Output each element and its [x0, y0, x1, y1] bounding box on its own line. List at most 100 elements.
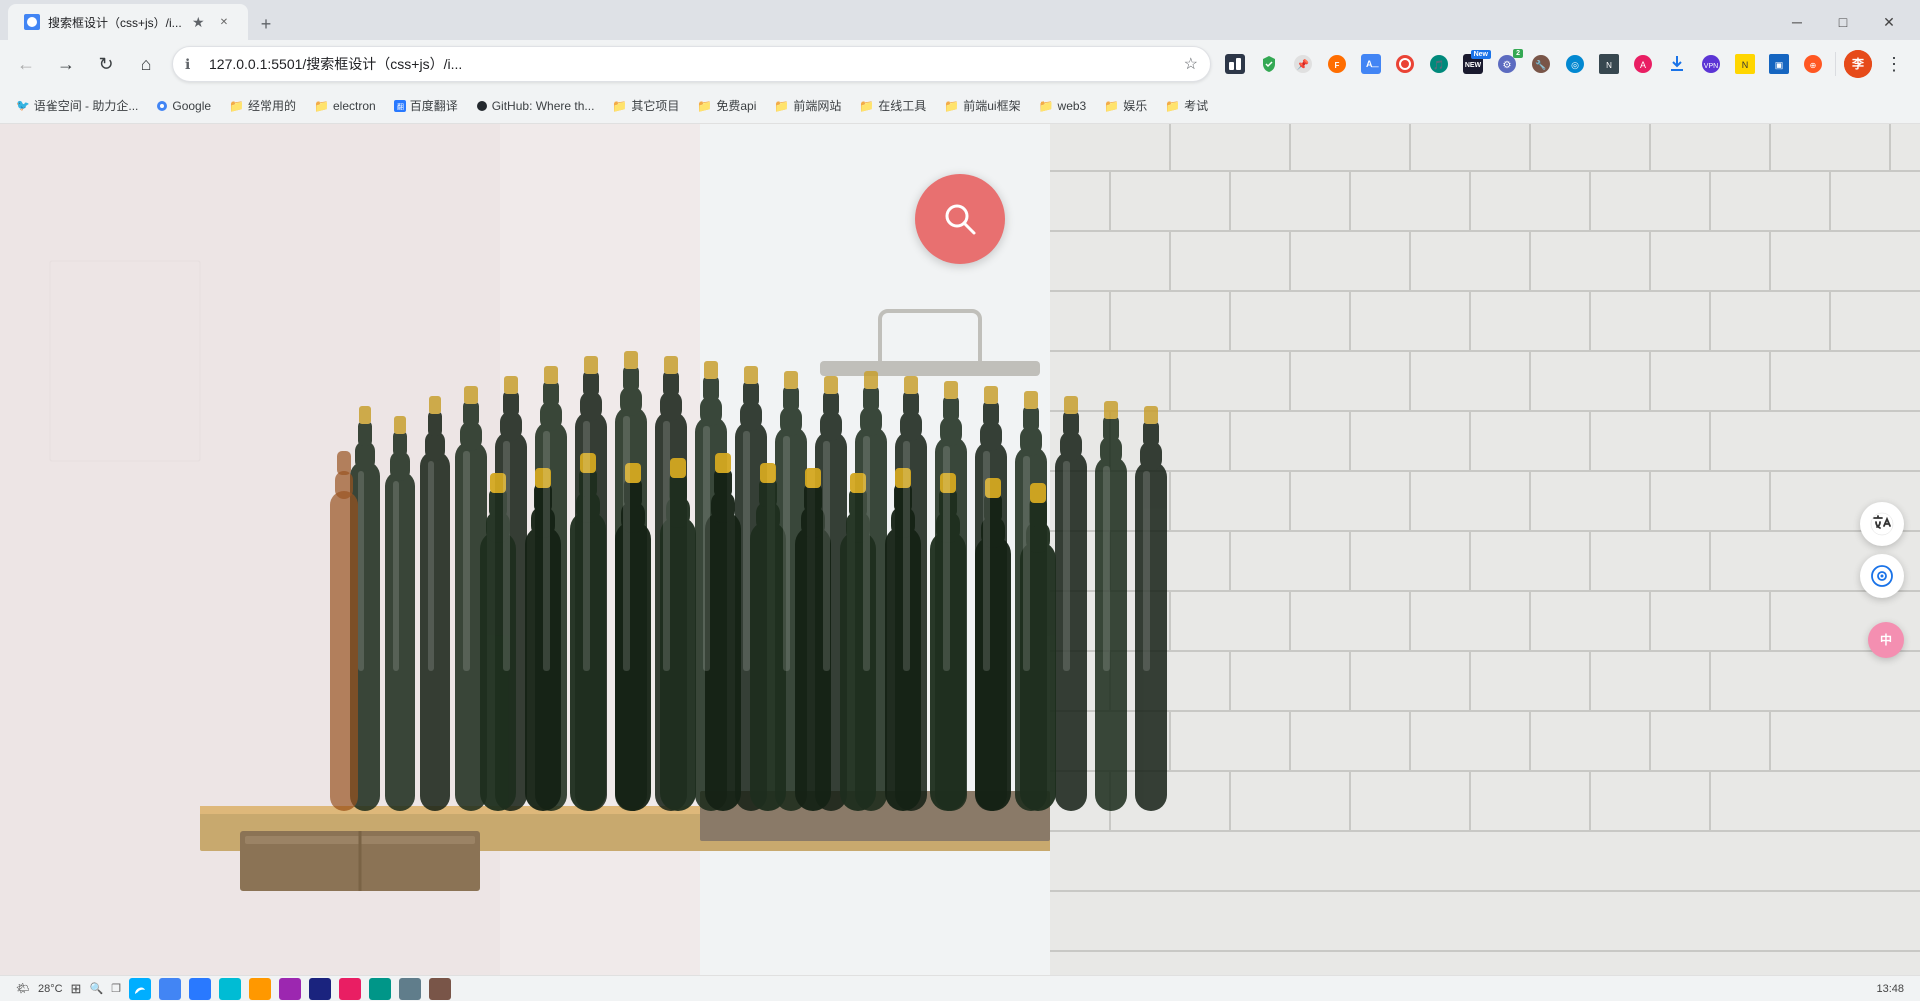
tab-close-button[interactable]: ✕ [216, 14, 232, 30]
svg-text:⊕: ⊕ [1810, 61, 1817, 70]
taskbar-edge[interactable] [129, 978, 151, 1000]
bookmark-frontend[interactable]: 📁 前端网站 [766, 92, 849, 120]
bookmark-label-google: Google [172, 99, 211, 113]
address-input[interactable] [209, 56, 1176, 72]
weather-icon: 🌤 [16, 982, 30, 995]
new-badge: New [1471, 50, 1491, 59]
search-taskbar[interactable]: 🔍 [89, 982, 103, 995]
ext-icon-pin[interactable]: 📌 [1287, 48, 1319, 80]
temperature: 28°C [38, 983, 63, 995]
back-button[interactable]: ← [8, 46, 44, 82]
bookmark-entertainment[interactable]: 📁 娱乐 [1096, 92, 1155, 120]
address-bar[interactable]: ℹ ☆ [172, 46, 1211, 82]
mini-float-button[interactable]: 中 [1868, 622, 1904, 658]
extension-area: 📌 F A一 🎵 NEW New ⚙ 2 [1219, 46, 1912, 82]
task-view[interactable]: ❐ [111, 982, 121, 995]
ext-icon-14[interactable]: ⊕ [1797, 48, 1829, 80]
bookmark-api[interactable]: 📁 免费api [689, 92, 764, 120]
mini-icon: 中 [1880, 631, 1892, 648]
folder-icon-8: 📁 [1039, 99, 1054, 113]
page-content: 中 [0, 124, 1920, 975]
start-button[interactable]: ⊞ [71, 981, 82, 997]
taskbar-app4[interactable] [279, 978, 301, 1000]
bookmark-common[interactable]: 📁 经常用的 [221, 92, 304, 120]
chrome-menu-button[interactable]: ⋮ [1876, 46, 1912, 82]
ext-icon-download[interactable] [1661, 48, 1693, 80]
ext-icon-13[interactable]: ▣ [1763, 48, 1795, 80]
ext-icon-1[interactable] [1219, 48, 1251, 80]
ext-icon-12[interactable]: N [1729, 48, 1761, 80]
ext-icon-orange[interactable]: F [1321, 48, 1353, 80]
refresh-button[interactable]: ↻ [88, 46, 124, 82]
status-left: 🌤 28°C [16, 982, 63, 995]
bookmark-translate[interactable]: 翻 百度翻译 [386, 92, 466, 120]
taskbar-app6[interactable] [339, 978, 361, 1000]
bookmark-yuque[interactable]: 🐦 语雀空间 - 助力企... [8, 92, 146, 120]
new-tab-button[interactable]: + [252, 10, 280, 38]
svg-text:李: 李 [1851, 56, 1865, 71]
browser-frame: 搜索框设计（css+js）/i... ★ ✕ + ─ □ ✕ ← → ↻ ⌂ ℹ… [0, 0, 1920, 1001]
svg-text:一: 一 [1371, 63, 1379, 72]
ext-icon-new[interactable]: NEW New [1457, 48, 1489, 80]
svg-text:F: F [1335, 61, 1340, 70]
bookmark-exam[interactable]: 📁 考试 [1157, 92, 1216, 120]
taskbar-app2[interactable] [219, 978, 241, 1000]
bookmark-label: 语雀空间 - 助力企... [34, 97, 139, 114]
search-button-overlay [915, 174, 1005, 264]
ext-icon-counter[interactable]: ⚙ 2 [1491, 48, 1523, 80]
ext-icon-10[interactable]: A [1627, 48, 1659, 80]
maximize-button[interactable]: □ [1820, 6, 1866, 38]
ext-icon-translate[interactable]: A一 [1355, 48, 1387, 80]
float-buttons: 中 [1860, 502, 1904, 598]
bookmark-label-common: 经常用的 [248, 97, 296, 114]
ext-icon-green[interactable]: 🎵 [1423, 48, 1455, 80]
bookmark-label-web3: web3 [1058, 99, 1087, 113]
nav-separator [1835, 52, 1836, 76]
minimize-button[interactable]: ─ [1774, 6, 1820, 38]
svg-text:A: A [1640, 60, 1646, 70]
taskbar-app9[interactable] [429, 978, 451, 1000]
folder-icon-7: 📁 [944, 99, 959, 113]
folder-icon-6: 📁 [859, 99, 874, 113]
svg-text:▣: ▣ [1775, 60, 1784, 70]
close-button[interactable]: ✕ [1866, 6, 1912, 38]
active-tab[interactable]: 搜索框设计（css+js）/i... ★ ✕ [8, 4, 248, 40]
ext-icon-colorful[interactable] [1389, 48, 1421, 80]
svg-text:N: N [1606, 61, 1612, 70]
taskbar-app5[interactable] [309, 978, 331, 1000]
forward-button[interactable]: → [48, 46, 84, 82]
bookmark-web3[interactable]: 📁 web3 [1031, 92, 1095, 120]
ext-icon-11[interactable]: VPN [1695, 48, 1727, 80]
bookmark-google[interactable]: Google [148, 92, 219, 120]
svg-text:N: N [1742, 60, 1749, 70]
taskbar-app1[interactable] [189, 978, 211, 1000]
capture-float-button[interactable] [1860, 554, 1904, 598]
ext-icon-9[interactable]: N [1593, 48, 1625, 80]
folder-icon-5: 📁 [774, 99, 789, 113]
bookmark-tools[interactable]: 📁 在线工具 [851, 92, 934, 120]
bookmark-label-api: 免费api [716, 97, 756, 114]
folder-icon-3: 📁 [612, 99, 627, 113]
taskbar-chrome[interactable] [159, 978, 181, 1000]
search-button[interactable] [915, 174, 1005, 264]
translate-float-button[interactable] [1860, 502, 1904, 546]
bookmark-star-icon[interactable]: ☆ [1184, 54, 1198, 74]
bookmark-other[interactable]: 📁 其它项目 [604, 92, 687, 120]
taskbar-app7[interactable] [369, 978, 391, 1000]
folder-icon-10: 📁 [1165, 99, 1180, 113]
svg-text:⚙: ⚙ [1503, 60, 1512, 71]
home-button[interactable]: ⌂ [128, 46, 164, 82]
bookmark-electron[interactable]: 📁 electron [306, 92, 384, 120]
taskbar-app8[interactable] [399, 978, 421, 1000]
bookmark-github[interactable]: GitHub: Where th... [468, 92, 603, 120]
ext-icon-8[interactable]: ◎ [1559, 48, 1591, 80]
translate-icon [1870, 512, 1894, 536]
taskbar-app3[interactable] [249, 978, 271, 1000]
profile-avatar[interactable]: 李 [1844, 50, 1872, 78]
address-security-icon: ℹ [185, 56, 201, 72]
tab-star-icon: ★ [192, 14, 208, 30]
ext-icon-7[interactable]: 🔧 [1525, 48, 1557, 80]
ext-icon-shield[interactable] [1253, 48, 1285, 80]
bookmark-ui[interactable]: 📁 前端ui框架 [936, 92, 1028, 120]
bookmark-label-exam: 考试 [1184, 97, 1208, 114]
